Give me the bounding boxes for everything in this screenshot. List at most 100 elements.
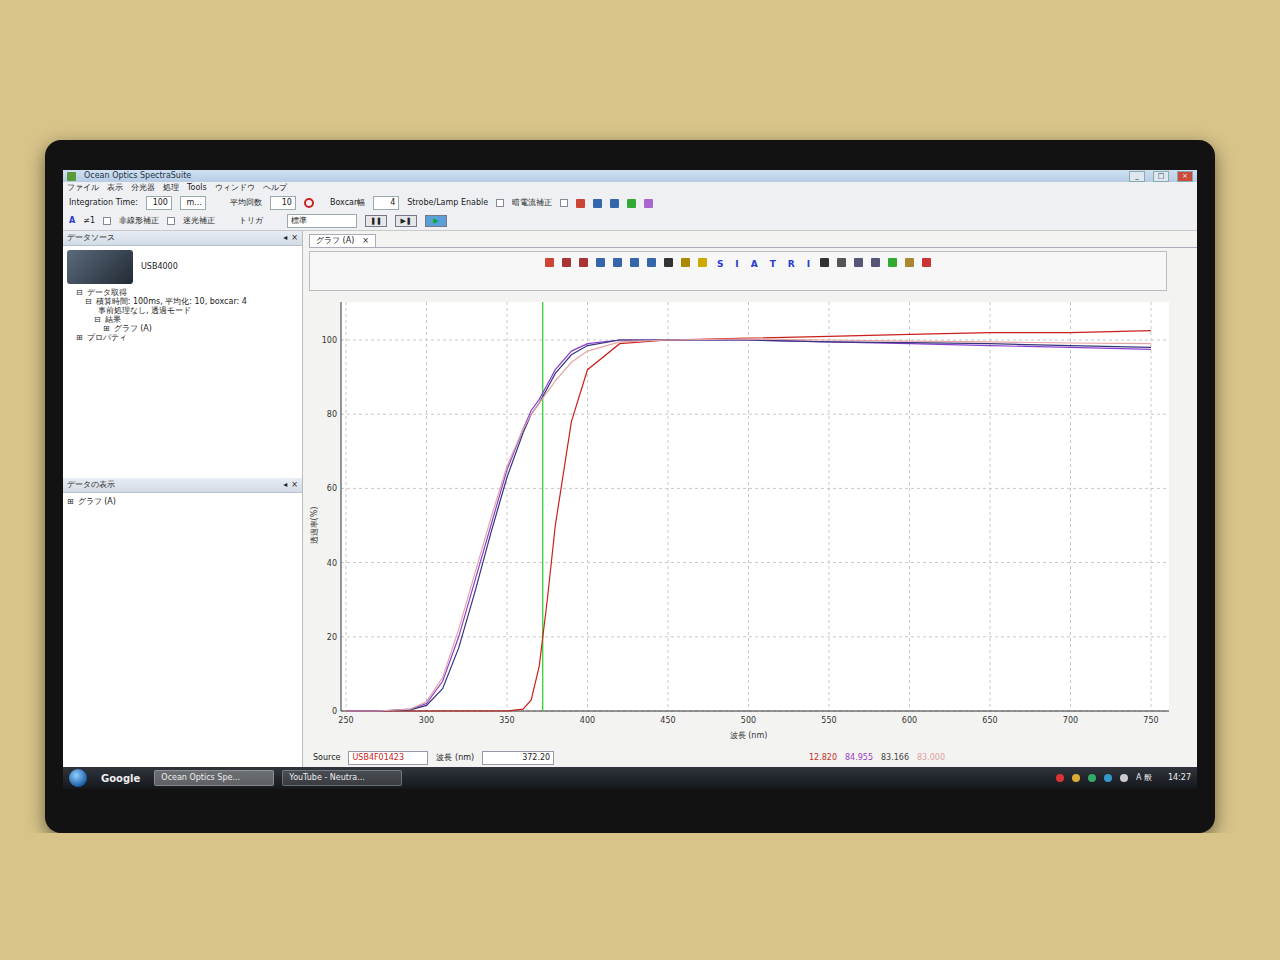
y-tick: 40 — [327, 559, 337, 568]
pane-control[interactable]: ◂ — [283, 232, 287, 244]
tray-icon[interactable] — [1088, 774, 1096, 782]
menu-item[interactable]: 分光器 — [131, 182, 155, 194]
tool-icon[interactable] — [576, 199, 585, 208]
spectrum-line — [346, 331, 1151, 711]
graph-tool-icon[interactable] — [596, 258, 605, 267]
graph-tool-icon[interactable] — [579, 258, 588, 267]
expander-icon[interactable]: ⊞ — [67, 497, 74, 506]
graph-tool-icon[interactable] — [871, 258, 880, 267]
graph-tool-icon[interactable] — [698, 258, 707, 267]
expander-icon[interactable]: ⊞ — [103, 324, 110, 333]
graph-tool-icon[interactable] — [613, 258, 622, 267]
toolbar-row: Integration Time:100m...平均回数10Boxcar幅4St… — [69, 196, 1191, 210]
pane-control[interactable]: ◂ — [283, 479, 287, 491]
pane-header: データの表示◂× — [63, 478, 302, 493]
tray-icon[interactable] — [1120, 774, 1128, 782]
tree-label: 結果 — [105, 315, 121, 324]
tree-item[interactable]: 事前処理なし, 透過モード — [67, 306, 298, 315]
acquire-button[interactable]: ❚❚ — [365, 215, 387, 228]
tray-icon[interactable] — [1104, 774, 1112, 782]
spectrum-line — [346, 340, 1151, 711]
status-row: SourceUSB4F01423波長 (nm)372.2012.82084.95… — [309, 749, 1197, 767]
tool-icon[interactable] — [627, 199, 636, 208]
tree-item[interactable]: ⊟データ取得 — [67, 288, 298, 297]
tree-item[interactable]: ⊟積算時間: 100ms, 平均化: 10, boxcar: 4 — [67, 297, 298, 306]
boxcar-field[interactable]: 4 — [373, 196, 399, 210]
trigger-select[interactable]: 標準 — [287, 214, 357, 228]
expander-icon[interactable]: ⊟ — [85, 297, 92, 306]
stop-icon[interactable] — [304, 198, 314, 208]
tree-item[interactable]: ⊞グラフ (A) — [67, 497, 298, 506]
menu-item[interactable]: 処理 — [163, 182, 179, 194]
expander-icon[interactable]: ⊟ — [94, 315, 101, 324]
tab-close[interactable]: × — [362, 235, 369, 247]
window-control[interactable]: _ — [1129, 171, 1145, 182]
pane-control[interactable]: × — [291, 232, 298, 244]
taskbar-item[interactable]: Ocean Optics Spe... — [154, 770, 274, 786]
expander-icon[interactable]: ⊞ — [76, 333, 83, 342]
nonlinear-label: 非線形補正 — [119, 215, 159, 227]
tree-item[interactable]: ⊞グラフ (A) — [67, 324, 298, 333]
tool-icon[interactable] — [644, 199, 653, 208]
tool-icon[interactable] — [610, 199, 619, 208]
screen: Ocean Optics SpectraSuite_□×ファイル表示分光器処理T… — [63, 170, 1197, 789]
graph-mode-button[interactable]: S — [715, 258, 725, 272]
window-control[interactable]: × — [1177, 171, 1193, 182]
dark-checkbox[interactable] — [560, 199, 568, 207]
graph-tool-icon[interactable] — [562, 258, 571, 267]
start-button-icon[interactable] — [69, 769, 87, 787]
wavelength-field[interactable]: 372.20 — [482, 751, 554, 765]
y-tick: 0 — [332, 707, 337, 716]
channel-label: ≠1 — [83, 215, 95, 227]
grid-line — [1151, 302, 1152, 711]
graph-tab[interactable]: グラフ (A)× — [309, 234, 376, 247]
menu-bar: ファイル表示分光器処理 Tools ウィンドウヘルプ — [63, 182, 1197, 194]
acquire-button[interactable]: ▶❚ — [395, 215, 417, 228]
graph-mode-button[interactable]: R — [786, 258, 797, 272]
unit-select[interactable]: m... — [180, 196, 206, 210]
graph-tool-icon[interactable] — [922, 258, 931, 267]
spectrometer-icon — [67, 250, 133, 284]
graph-tool-icon[interactable] — [905, 258, 914, 267]
graph-mode-button[interactable]: I — [733, 258, 740, 272]
device-row[interactable]: USB4000 — [67, 250, 298, 284]
stray-checkbox[interactable] — [167, 217, 175, 225]
menu-item[interactable]: Tools — [187, 182, 207, 194]
graph-mode-button[interactable]: I — [805, 258, 812, 272]
graph-tool-icon[interactable] — [647, 258, 656, 267]
tray-icon[interactable] — [1056, 774, 1064, 782]
graph-tool-icon[interactable] — [664, 258, 673, 267]
average-field[interactable]: 10 — [270, 196, 296, 210]
menu-item[interactable]: ファイル — [67, 182, 99, 194]
tray-icon[interactable] — [1072, 774, 1080, 782]
graph-toolbar: SIATRI — [309, 251, 1167, 291]
graph-tool-icon[interactable] — [630, 258, 639, 267]
tree-item[interactable]: ⊟ 結果 — [67, 315, 298, 324]
menu-item[interactable]: ヘルプ — [263, 182, 287, 194]
nonlinear-checkbox[interactable] — [103, 217, 111, 225]
integration-field[interactable]: 100 — [146, 196, 172, 210]
graph-tool-icon[interactable] — [854, 258, 863, 267]
menu-item[interactable]: 表示 — [107, 182, 123, 194]
expander-icon[interactable]: ⊟ — [76, 288, 83, 297]
pane-control[interactable]: × — [291, 479, 298, 491]
taskbar-item[interactable]: YouTube - Neutra... — [282, 770, 402, 786]
menu-item[interactable]: ウィンドウ — [215, 182, 255, 194]
graph-tool-icon[interactable] — [888, 258, 897, 267]
graph-mode-button[interactable]: A — [749, 258, 760, 272]
acquire-button[interactable]: ▶ — [425, 215, 447, 228]
source-select[interactable]: USB4F01423 — [348, 751, 428, 765]
tool-icon[interactable] — [593, 199, 602, 208]
x-tick: 500 — [741, 716, 756, 725]
graph-tool-icon[interactable] — [837, 258, 846, 267]
strobe-checkbox[interactable] — [496, 199, 504, 207]
graph-tool-icon[interactable] — [820, 258, 829, 267]
window-control[interactable]: □ — [1153, 171, 1169, 182]
graph-mode-button[interactable]: T — [768, 258, 778, 272]
tree-item[interactable]: ⊞プロパティ — [67, 333, 298, 342]
ime-indicator[interactable]: A 般 — [1136, 772, 1152, 784]
taskbar-item[interactable]: Google — [95, 770, 146, 787]
graph-tool-icon[interactable] — [545, 258, 554, 267]
graph-tool-icon[interactable] — [681, 258, 690, 267]
grid-line — [829, 302, 830, 711]
